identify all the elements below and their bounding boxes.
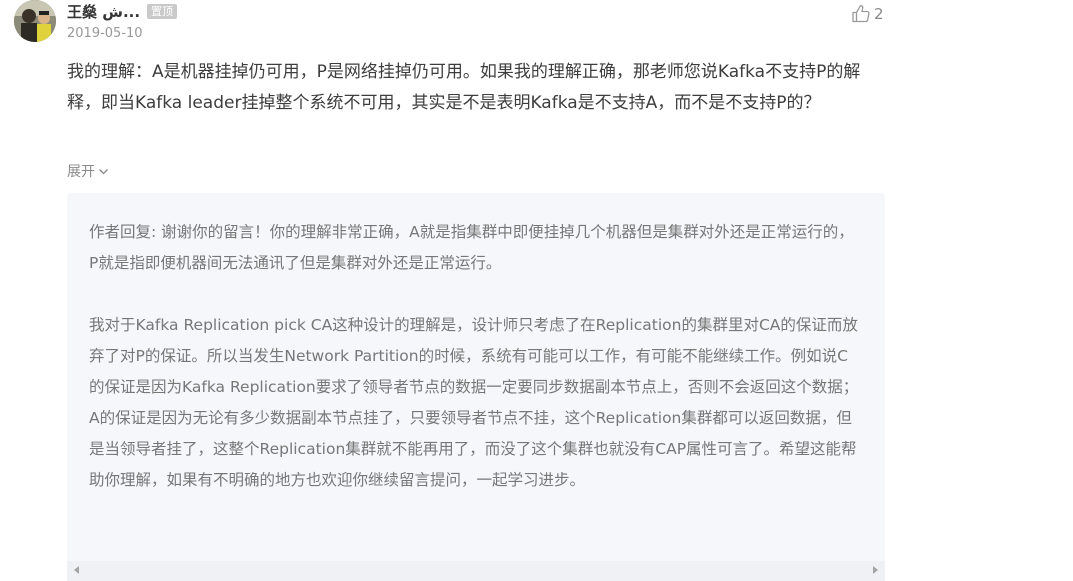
like-count: 2 [874, 5, 884, 23]
chevron-down-icon [99, 168, 108, 174]
scroll-left-arrow-icon[interactable] [74, 566, 79, 574]
like-button[interactable]: 2 [851, 4, 884, 24]
username[interactable]: 王燊 ش... [67, 1, 140, 22]
author-reply: 作者回复: 谢谢你的留言！你的理解非常正确，A就是指集群中即便挂掉几个机器但是集… [67, 193, 885, 581]
scroll-right-arrow-icon[interactable] [873, 566, 878, 574]
pinned-badge: 置顶 [147, 3, 178, 19]
comment-header: 王燊 ش... 置顶 [67, 0, 178, 22]
comment-date: 2019-05-10 [67, 26, 143, 41]
comment-text: 我的理解：A是机器挂掉仍可用，P是网络挂掉仍可用。如果我的理解正确，那老师您说K… [67, 62, 861, 113]
horizontal-scrollbar[interactable] [67, 561, 885, 581]
reply-paragraph: 作者回复: 谢谢你的留言！你的理解非常正确，A就是指集群中即便挂掉几个机器但是集… [89, 223, 854, 272]
reply-text: 作者回复: 谢谢你的留言！你的理解非常正确，A就是指集群中即便挂掉几个机器但是集… [89, 217, 859, 496]
avatar[interactable] [14, 0, 56, 42]
thumbs-up-icon [852, 5, 870, 23]
reply-paragraph: 我对于Kafka Replication pick CA这种设计的理解是，设计师… [89, 316, 859, 489]
expand-label: 展开 [67, 164, 95, 180]
expand-button[interactable]: 展开 [67, 161, 109, 181]
avatar-photo [14, 0, 56, 42]
